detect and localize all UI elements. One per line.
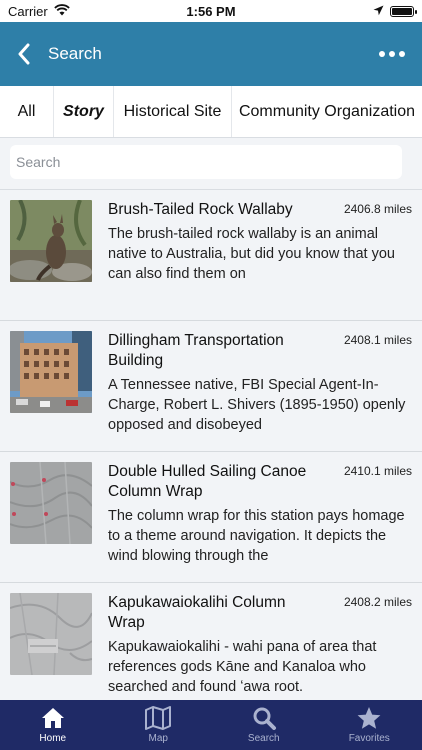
building-thumbnail — [10, 331, 92, 413]
tab-favorites-label: Favorites — [348, 733, 390, 744]
bottom-tab-bar: Home Map Search Favorites — [0, 700, 422, 750]
search-input[interactable] — [10, 145, 402, 179]
carrier-label: Carrier — [8, 3, 48, 19]
tab-map-label: Map — [148, 733, 168, 744]
item-title-row: Brush-Tailed Rock Wallaby 2406.8 miles — [108, 200, 412, 220]
column-wrap-thumbnail — [10, 593, 92, 675]
item-distance: 2408.1 miles — [343, 333, 412, 347]
more-dot-icon — [389, 51, 395, 57]
item-title-row: Double Hulled Sailing Canoe Column Wrap … — [108, 462, 412, 502]
wifi-icon — [53, 3, 70, 19]
item-info: Brush-Tailed Rock Wallaby 2406.8 miles T… — [108, 200, 412, 320]
tab-community-organization[interactable]: Community Organization — [232, 86, 422, 137]
status-bar: Carrier 1:56 PM — [0, 0, 422, 22]
more-options-button[interactable] — [372, 34, 412, 74]
item-title: Brush-Tailed Rock Wallaby — [108, 201, 293, 218]
list-item[interactable]: Double Hulled Sailing Canoe Column Wrap … — [0, 452, 422, 583]
item-title: Dillingham Transportation Building — [108, 332, 284, 369]
nav-bar: Search — [0, 22, 422, 86]
more-dot-icon — [399, 51, 405, 57]
item-info: Kapukawaiokalihi Column Wrap 2408.2 mile… — [108, 593, 412, 700]
item-info: Dillingham Transportation Building 2408.… — [108, 331, 412, 451]
item-description: The column wrap for this station pays ho… — [108, 508, 405, 564]
item-title-row: Dillingham Transportation Building 2408.… — [108, 331, 412, 371]
tab-historical-site[interactable]: Historical Site — [114, 86, 232, 137]
home-icon — [41, 708, 64, 728]
canoe-wrap-thumbnail — [10, 462, 92, 544]
star-icon — [357, 707, 381, 729]
item-info: Double Hulled Sailing Canoe Column Wrap … — [108, 462, 412, 582]
search-bar — [0, 138, 422, 190]
tab-favorites[interactable]: Favorites — [317, 700, 422, 750]
item-description: Kapukawaiokalihi - wahi pana of area tha… — [108, 639, 377, 695]
map-icon — [145, 706, 172, 730]
tab-search-label: Search — [247, 733, 280, 744]
more-dot-icon — [379, 51, 385, 57]
tab-map[interactable]: Map — [106, 700, 212, 750]
item-description: A Tennessee native, FBI Special Agent-In… — [108, 377, 406, 433]
page-title: Search — [48, 44, 102, 63]
tab-story[interactable]: Story — [54, 86, 114, 137]
location-arrow-icon — [373, 4, 384, 19]
status-left: Carrier — [8, 4, 70, 19]
tab-home[interactable]: Home — [0, 700, 106, 750]
tab-home-label: Home — [39, 733, 67, 744]
search-icon — [253, 707, 276, 730]
results-list: Brush-Tailed Rock Wallaby 2406.8 miles T… — [0, 190, 422, 700]
tab-search[interactable]: Search — [211, 700, 317, 750]
list-item[interactable]: Dillingham Transportation Building 2408.… — [0, 321, 422, 452]
tab-all[interactable]: All — [0, 86, 54, 137]
list-item[interactable]: Kapukawaiokalihi Column Wrap 2408.2 mile… — [0, 583, 422, 700]
item-distance: 2406.8 miles — [343, 202, 412, 216]
chevron-left-icon — [18, 43, 30, 65]
category-tabs: All Story Historical Site Community Orga… — [0, 86, 422, 138]
wallaby-thumbnail — [10, 200, 92, 282]
status-right — [373, 4, 417, 19]
item-distance: 2408.2 miles — [343, 595, 412, 609]
item-title: Kapukawaiokalihi Column Wrap — [108, 594, 286, 631]
battery-icon — [390, 5, 417, 17]
item-distance: 2410.1 miles — [343, 464, 412, 478]
item-title-row: Kapukawaiokalihi Column Wrap 2408.2 mile… — [108, 593, 412, 633]
item-description: The brush-tailed rock wallaby is an anim… — [108, 226, 395, 282]
item-title: Double Hulled Sailing Canoe Column Wrap — [108, 463, 307, 500]
list-item[interactable]: Brush-Tailed Rock Wallaby 2406.8 miles T… — [0, 190, 422, 321]
back-button[interactable] — [10, 34, 38, 74]
